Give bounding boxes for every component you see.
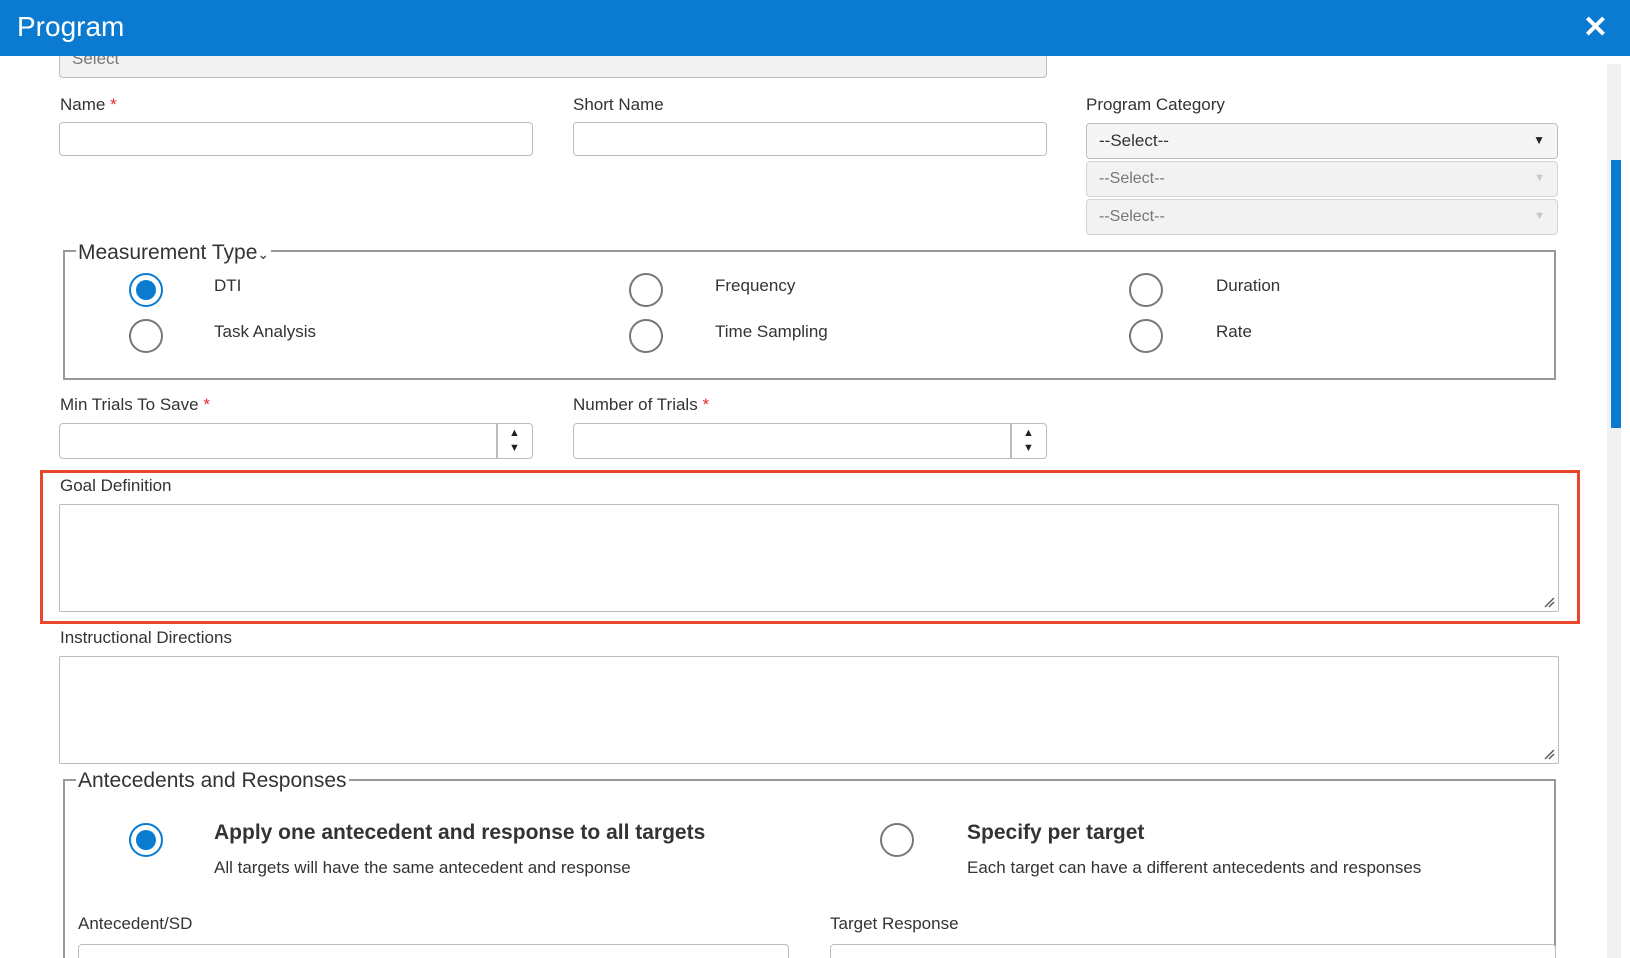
number-of-trials-stepper[interactable]: ▲ ▼ <box>1011 423 1047 459</box>
name-label: Name * <box>60 95 117 114</box>
antecedent-sd-label: Antecedent/SD <box>78 914 193 933</box>
goal-definition-label: Goal Definition <box>60 476 172 495</box>
number-of-trials-input[interactable] <box>573 423 1011 459</box>
radio-label-duration: Duration <box>1216 276 1281 295</box>
spin-down-icon[interactable]: ▼ <box>1023 442 1034 454</box>
radio-dti[interactable] <box>129 273 163 307</box>
radio-specify-per-target[interactable] <box>880 823 914 857</box>
measurement-type-group <box>63 250 1556 380</box>
radio-apply-all[interactable] <box>129 823 163 857</box>
target-response-input[interactable] <box>830 944 1556 958</box>
min-trials-input[interactable] <box>59 423 497 459</box>
radio-rate[interactable] <box>1129 319 1163 353</box>
short-name-label: Short Name <box>573 95 664 114</box>
radio-time-sampling[interactable] <box>629 319 663 353</box>
target-response-label: Target Response <box>830 914 959 933</box>
goal-definition-textarea[interactable] <box>59 504 1559 612</box>
radio-label-rate: Rate <box>1216 322 1252 341</box>
dialog-title: Program <box>17 11 125 42</box>
short-name-input[interactable] <box>573 122 1047 156</box>
dialog-body: Select Name * Short Name Program Categor… <box>0 56 1630 958</box>
chevron-down-icon: ⌄ <box>257 246 270 262</box>
number-of-trials-label: Number of Trials * <box>573 395 710 414</box>
scrollbar-thumb[interactable] <box>1611 160 1621 428</box>
specify-per-target-title: Specify per target <box>967 821 1145 844</box>
required-marker: * <box>110 95 117 114</box>
required-marker: * <box>203 395 210 414</box>
radio-label-task-analysis: Task Analysis <box>214 322 317 341</box>
spin-up-icon[interactable]: ▲ <box>1023 427 1034 439</box>
instructional-directions-label: Instructional Directions <box>60 628 232 647</box>
measurement-type-legend[interactable]: Measurement Type⌄ <box>76 241 272 265</box>
radio-label-frequency: Frequency <box>715 276 796 295</box>
radio-label-dti: DTI <box>214 276 242 295</box>
program-dialog: Program ✕ Select Name * Short Name Progr… <box>0 0 1630 958</box>
program-category-select[interactable]: --Select-- ▼ <box>1086 123 1558 159</box>
program-subcategory-select: --Select-- ▼ <box>1086 161 1558 197</box>
resize-handle-icon[interactable] <box>1543 748 1555 760</box>
name-input[interactable] <box>59 122 533 156</box>
apply-all-title: Apply one antecedent and response to all… <box>214 821 706 844</box>
dropdown-arrow-icon: ▼ <box>1534 210 1545 222</box>
required-marker: * <box>702 395 710 414</box>
resize-handle-icon[interactable] <box>1543 596 1555 608</box>
instructional-directions-textarea[interactable] <box>59 656 1559 764</box>
radio-task-analysis[interactable] <box>129 319 163 353</box>
program-category-label: Program Category <box>1086 95 1225 114</box>
dialog-header: Program ✕ <box>0 0 1630 56</box>
min-trials-stepper[interactable]: ▲ ▼ <box>497 423 533 459</box>
close-icon[interactable]: ✕ <box>1583 10 1608 45</box>
radio-duration[interactable] <box>1129 273 1163 307</box>
radio-frequency[interactable] <box>629 273 663 307</box>
spin-up-icon[interactable]: ▲ <box>509 427 520 439</box>
antecedent-sd-input[interactable] <box>78 944 789 958</box>
dropdown-arrow-icon: ▼ <box>1534 172 1545 184</box>
radio-label-time-sampling: Time Sampling <box>715 322 828 341</box>
min-trials-label: Min Trials To Save * <box>60 395 210 414</box>
program-subsubcategory-select: --Select-- ▼ <box>1086 199 1558 235</box>
apply-all-description: All targets will have the same anteceden… <box>214 858 631 877</box>
specify-per-target-description: Each target can have a different anteced… <box>967 858 1422 877</box>
top-select[interactable]: Select <box>59 56 1047 78</box>
antecedents-responses-legend: Antecedents and Responses <box>76 769 349 793</box>
dropdown-arrow-icon: ▼ <box>1533 133 1545 147</box>
spin-down-icon[interactable]: ▼ <box>509 442 520 454</box>
